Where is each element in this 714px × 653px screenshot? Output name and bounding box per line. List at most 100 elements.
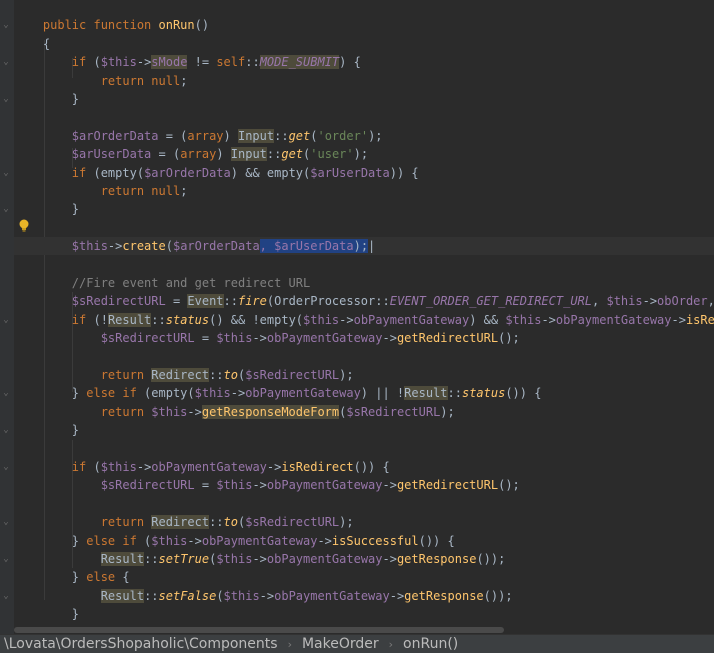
code-line[interactable]: } bbox=[14, 605, 714, 623]
code-line[interactable] bbox=[14, 348, 714, 366]
code-token: get bbox=[281, 147, 304, 162]
fold-marker-icon[interactable]: ⌄ bbox=[2, 554, 10, 564]
code-line[interactable]: Result::setFalse($this->obPaymentGateway… bbox=[14, 587, 714, 605]
code-line[interactable]: $this->create($arOrderData, $arUserData)… bbox=[14, 237, 714, 256]
code-token: sMode bbox=[151, 55, 188, 70]
code-token: return bbox=[100, 368, 152, 382]
chevron-right-icon: › bbox=[388, 638, 394, 651]
fold-marker-icon[interactable]: ⌄ bbox=[2, 462, 10, 472]
breadcrumb-namespace[interactable]: \Lovata\OrdersShopaholic\Components bbox=[0, 635, 282, 653]
code-line[interactable]: if (!Result::status() && !empty($this->o… bbox=[14, 311, 714, 329]
editor-gutter[interactable]: ⌄ ⌄ ⌄ ⌄ ⌄ ⌄ ⌄ ⌄ ⌄ ⌄ ⌄ ⌄ bbox=[0, 0, 14, 634]
code-line[interactable]: return Redirect::to($sRedirectURL); bbox=[14, 366, 714, 384]
code-token: = bbox=[194, 331, 217, 346]
fold-marker-icon[interactable]: ⌄ bbox=[2, 315, 10, 325]
code-token: , $arUserData bbox=[259, 239, 354, 254]
code-line[interactable]: } else if (empty($this->obPaymentGateway… bbox=[14, 384, 714, 402]
code-line[interactable]: $sRedirectURL = $this->obPaymentGateway-… bbox=[14, 329, 714, 347]
code-editor[interactable]: ⌄ ⌄ ⌄ ⌄ ⌄ ⌄ ⌄ ⌄ ⌄ ⌄ ⌄ ⌄ public function onRun() { i… bbox=[0, 0, 714, 634]
fold-marker-icon[interactable]: ⌄ bbox=[2, 94, 10, 104]
code-token: -> bbox=[642, 294, 658, 309]
fold-marker-icon[interactable]: ⌄ bbox=[2, 425, 10, 435]
horizontal-scrollbar[interactable] bbox=[14, 627, 504, 633]
code-token: getResponse bbox=[396, 552, 477, 566]
code-token: ( bbox=[165, 239, 173, 254]
chevron-right-icon: › bbox=[287, 638, 292, 651]
code-line[interactable]: } bbox=[14, 200, 714, 218]
code-token: return bbox=[100, 404, 152, 419]
code-line[interactable]: if ($this->sMode != self::MODE_SUBMIT) { bbox=[14, 53, 714, 71]
code-line[interactable]: return $this->getResponseModeForm($sRedi… bbox=[14, 403, 714, 421]
code-line[interactable]: $arUserData = (array) Input::get('user')… bbox=[14, 145, 714, 163]
code-token: = bbox=[194, 478, 217, 493]
code-token: = ( bbox=[151, 147, 181, 162]
code-token: , bbox=[592, 294, 607, 309]
code-line[interactable]: if ($this->obPaymentGateway->isRedirect(… bbox=[14, 458, 714, 476]
code-token: obPaymentGateway bbox=[555, 312, 672, 327]
fold-marker-icon[interactable]: ⌄ bbox=[2, 591, 10, 601]
code-line[interactable]: } else { bbox=[14, 568, 714, 586]
code-token: $this bbox=[216, 478, 253, 493]
code-line[interactable] bbox=[14, 219, 714, 237]
code-token: -> bbox=[252, 331, 267, 346]
code-token: Redirect bbox=[151, 515, 210, 530]
code-token: if bbox=[71, 460, 94, 474]
code-token: -> bbox=[339, 312, 354, 327]
code-line[interactable]: return null; bbox=[14, 72, 714, 90]
fold-marker-icon[interactable]: ⌄ bbox=[2, 388, 10, 398]
code-token: -> bbox=[136, 460, 152, 474]
fold-marker-icon[interactable]: ⌄ bbox=[2, 204, 10, 214]
code-token: $this bbox=[151, 533, 188, 548]
code-token: ; bbox=[180, 184, 188, 198]
code-line[interactable]: $sRedirectURL = $this->obPaymentGateway-… bbox=[14, 476, 714, 494]
code-token: array bbox=[180, 147, 217, 162]
breadcrumb-method[interactable]: onRun() bbox=[399, 635, 462, 653]
code-line[interactable]: } bbox=[14, 90, 714, 108]
code-token: $sRedirectURL bbox=[245, 368, 340, 382]
code-token: $this bbox=[71, 239, 108, 254]
code-token: return bbox=[100, 515, 152, 530]
code-token: isRedirect bbox=[281, 460, 354, 474]
code-line[interactable]: $sRedirectURL = Event::fire(OrderProcess… bbox=[14, 292, 714, 310]
code-line[interactable] bbox=[14, 256, 714, 274]
code-line[interactable] bbox=[14, 440, 714, 458]
code-line[interactable]: return null; bbox=[14, 182, 714, 200]
code-line[interactable] bbox=[14, 108, 714, 126]
code-line[interactable] bbox=[14, 495, 714, 513]
breadcrumb: \Lovata\OrdersShopaholic\Components › Make… bbox=[0, 634, 714, 653]
code-token: { bbox=[122, 570, 130, 585]
code-line[interactable]: } bbox=[14, 421, 714, 439]
code-token: array bbox=[187, 128, 224, 143]
fold-marker-icon[interactable]: ⌄ bbox=[2, 517, 10, 527]
code-line[interactable]: { bbox=[14, 35, 714, 53]
fold-marker-icon[interactable]: ⌄ bbox=[2, 20, 10, 30]
code-token: Result bbox=[404, 386, 448, 401]
code-token: $arOrderData bbox=[172, 239, 260, 254]
code-line[interactable]: public function onRun() bbox=[14, 16, 714, 34]
fold-marker-icon[interactable]: ⌄ bbox=[2, 57, 10, 67]
code-line[interactable]: } else if ($this->obPaymentGateway->isSu… bbox=[14, 532, 714, 550]
code-line[interactable]: //Fire event and get redirect URL bbox=[14, 274, 714, 292]
code-line[interactable] bbox=[14, 0, 714, 16]
code-token: $this bbox=[505, 312, 542, 327]
code-line[interactable]: return Redirect::to($sRedirectURL); bbox=[14, 513, 714, 531]
code-token: fire bbox=[237, 294, 267, 309]
lightbulb-icon[interactable] bbox=[18, 219, 30, 233]
code-line[interactable]: $arOrderData = (array) Input::get('order… bbox=[14, 127, 714, 145]
fold-marker-icon[interactable]: ⌄ bbox=[2, 168, 10, 178]
code-token: create bbox=[122, 239, 166, 254]
code-token: (empty( bbox=[93, 165, 145, 180]
code-token: () bbox=[194, 18, 210, 33]
code-area[interactable]: public function onRun() { if ($this->sMo… bbox=[14, 0, 714, 634]
code-line[interactable]: if (empty($arOrderData) && empty($arUser… bbox=[14, 164, 714, 182]
code-line[interactable]: Result::setTrue($this->obPaymentGateway-… bbox=[14, 550, 714, 568]
code-token: Result bbox=[107, 312, 152, 327]
breadcrumb-class[interactable]: MakeOrder bbox=[298, 635, 383, 653]
